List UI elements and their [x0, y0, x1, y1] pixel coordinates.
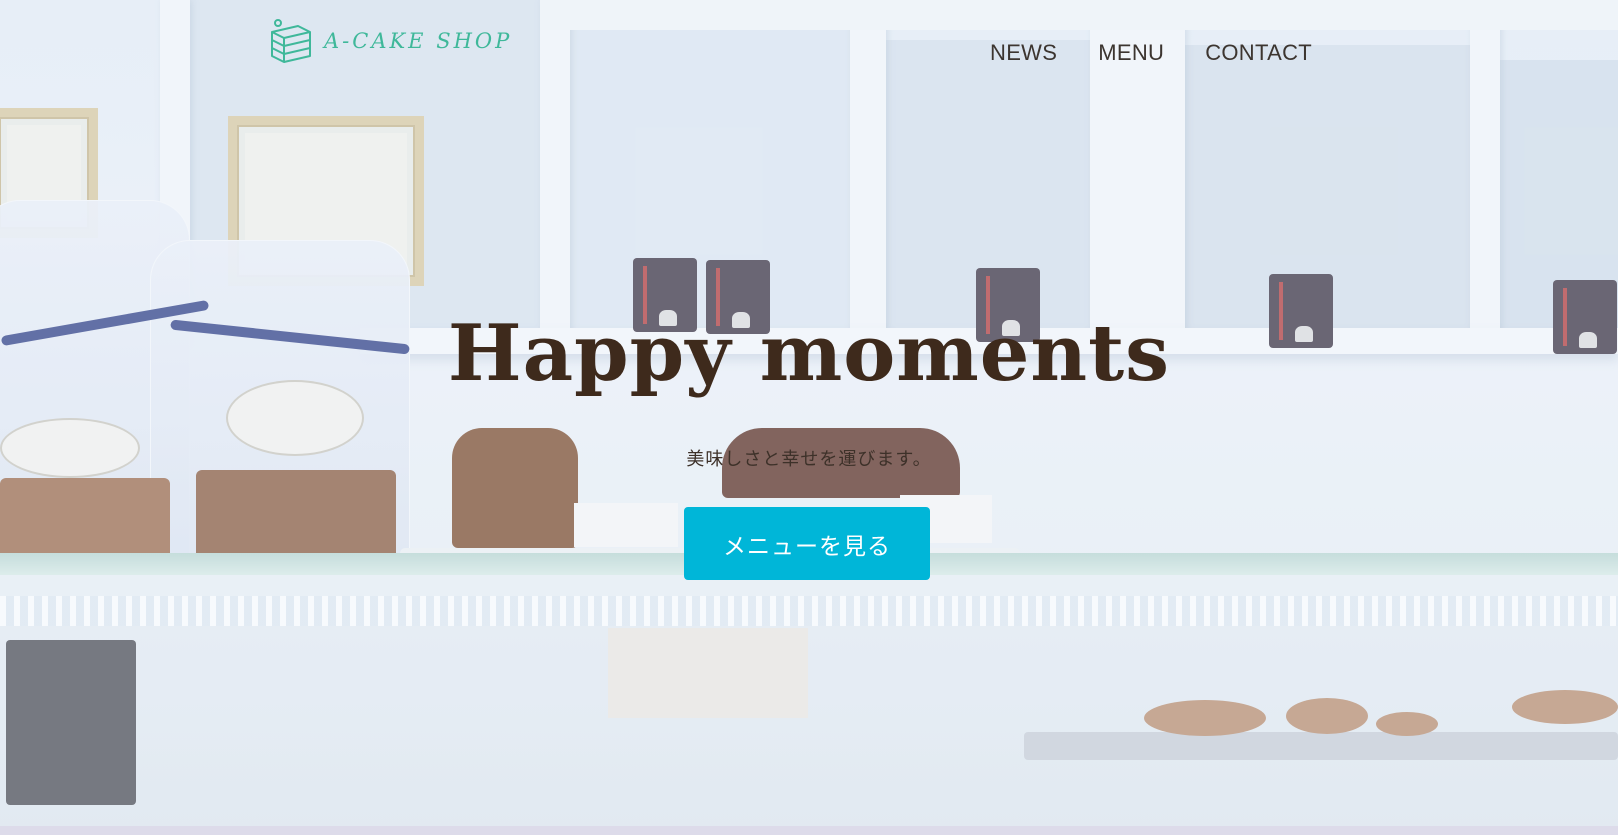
hero-subtitle: 美味しさと幸せを運びます。 [686, 449, 932, 470]
nav-item-news[interactable]: NEWS [990, 40, 1057, 66]
image-overlay [0, 0, 1618, 835]
cake-slice-icon [271, 19, 311, 63]
logo-link[interactable]: A-CAKE SHOP [268, 18, 512, 64]
hero-title: Happy moments [447, 308, 1171, 399]
hero-background [0, 0, 1618, 835]
nav-item-contact[interactable]: CONTACT [1205, 40, 1312, 66]
logo-text: A-CAKE SHOP [324, 29, 513, 53]
nav-item-menu[interactable]: MENU [1098, 40, 1164, 66]
view-menu-button[interactable]: メニューを見る [684, 507, 930, 580]
main-nav: NEWS MENU CONTACT [990, 40, 1312, 66]
